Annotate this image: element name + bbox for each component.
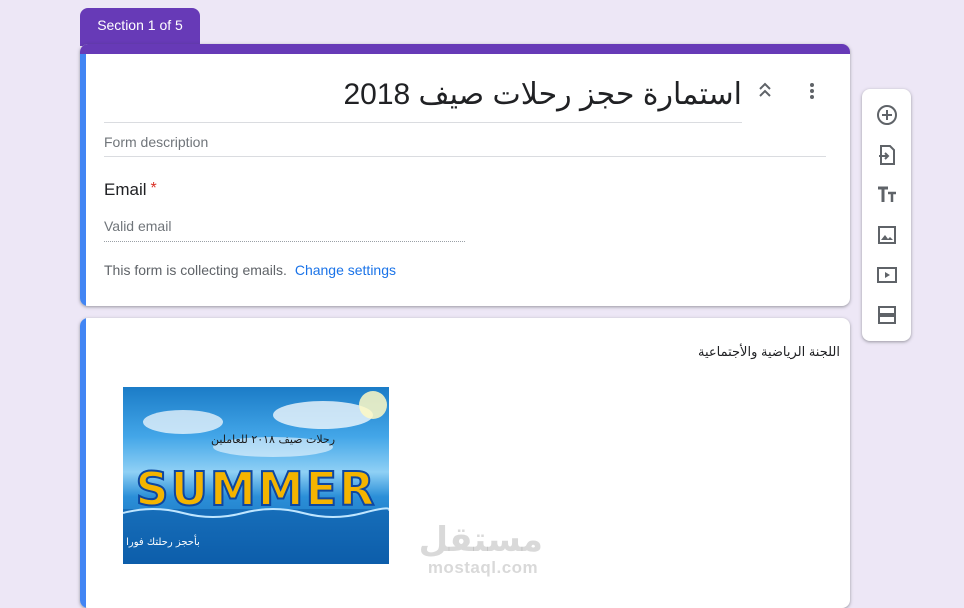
collecting-emails-note: This form is collecting emails. Change se… [104, 262, 396, 278]
change-settings-link[interactable]: Change settings [295, 262, 396, 278]
required-marker: * [150, 180, 157, 197]
import-questions-icon[interactable] [874, 142, 900, 168]
section-indicator-label: Section 1 of 5 [97, 17, 183, 33]
email-input[interactable]: Valid email [104, 218, 171, 234]
form-description-field[interactable]: Form description [104, 134, 208, 150]
add-question-icon[interactable] [874, 102, 900, 128]
summer-trip-image[interactable]: رحلات صيف ٢٠١٨ للعاملين SUMMER بأحجز رحل… [123, 387, 389, 564]
image-summer-word: SUMMER [136, 462, 377, 516]
form-header-card[interactable]: استمارة حجز رحلات صيف 2018 Form descript… [80, 44, 850, 306]
email-input-underline [104, 241, 465, 242]
email-label: Email [104, 180, 147, 199]
collapse-section-icon[interactable] [755, 80, 775, 104]
email-question-title: Email * [104, 180, 157, 200]
more-options-icon[interactable] [802, 80, 822, 104]
section-indicator-tab: Section 1 of 5 [80, 8, 200, 46]
header-accent-bar [80, 44, 850, 54]
image-caption-bottom: بأحجز رحلتك فورا [126, 534, 200, 548]
floating-toolbar [862, 89, 911, 341]
add-video-icon[interactable] [874, 262, 900, 288]
section-description[interactable]: اللجنة الرياضية والأجتماعية [698, 344, 840, 360]
image-caption-top: رحلات صيف ٢٠١٨ للعاملين [211, 433, 335, 446]
form-title[interactable]: استمارة حجز رحلات صيف 2018 [330, 72, 742, 118]
form-description-underline [104, 156, 826, 157]
active-card-indicator [80, 54, 86, 306]
add-section-icon[interactable] [874, 302, 900, 328]
section-content-card[interactable]: اللجنة الرياضية والأجتماعية رحلات صيف ٢٠… [80, 318, 850, 608]
active-card-indicator [80, 318, 86, 608]
form-title-underline [104, 122, 742, 123]
add-image-icon[interactable] [874, 222, 900, 248]
collecting-emails-text: This form is collecting emails. [104, 262, 287, 278]
add-title-icon[interactable] [874, 182, 900, 208]
